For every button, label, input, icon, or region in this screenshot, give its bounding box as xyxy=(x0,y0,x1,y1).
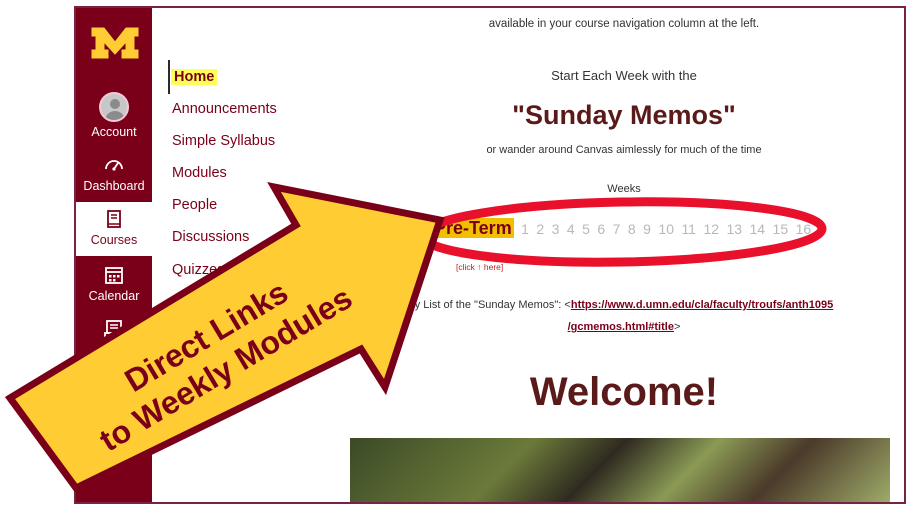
course-nav-announcements[interactable]: Announcements xyxy=(172,101,277,117)
sunday-memos-title: "Sunday Memos" xyxy=(512,100,736,130)
active-indicator xyxy=(168,60,170,94)
course-nav-home[interactable]: Home xyxy=(171,69,218,85)
week-link[interactable]: 4 xyxy=(567,221,575,237)
university-logo[interactable] xyxy=(90,26,140,60)
memos-url-link[interactable]: https://www.d.umn.edu/cla/faculty/troufs… xyxy=(571,299,833,311)
week-link[interactable]: 16 xyxy=(796,221,812,237)
memos-url-link-continued[interactable]: /gcmemos.html#title xyxy=(568,321,674,333)
inbox-icon xyxy=(104,320,124,339)
course-nav-people[interactable]: People xyxy=(172,197,217,213)
start-week-text: Start Each Week with the xyxy=(551,68,697,83)
global-nav-label: lp xyxy=(109,452,119,466)
course-nav-modules[interactable]: Modules xyxy=(172,165,227,181)
welcome-photo xyxy=(350,438,890,502)
full-list-text: y List of the "Sunday Memos": <https://w… xyxy=(344,294,904,338)
course-nav-simple-syllabus[interactable]: Simple Syllabus xyxy=(172,133,275,149)
week-link[interactable]: 5 xyxy=(582,221,590,237)
global-nav-label: Calendar xyxy=(88,289,140,303)
week-link[interactable]: 10 xyxy=(658,221,674,237)
course-nav-grades[interactable]: Gra xyxy=(172,294,196,310)
global-nav-courses[interactable]: Courses xyxy=(76,202,152,256)
book-icon xyxy=(107,210,121,228)
week-link[interactable]: 13 xyxy=(726,221,742,237)
preterm-link[interactable]: Pre-Term xyxy=(432,218,514,238)
week-link[interactable]: 6 xyxy=(597,221,605,237)
week-link[interactable]: 14 xyxy=(750,221,766,237)
weekly-module-links: Pre-Term 1 2 3 4 5 6 7 8 9 10 11 12 13 1… xyxy=(432,218,852,244)
week-link[interactable]: 9 xyxy=(643,221,651,237)
global-nav-help[interactable]: lp xyxy=(76,452,152,482)
click-here-note: [click ↑ here] xyxy=(456,262,504,272)
week-link[interactable]: 11 xyxy=(681,221,696,237)
weeks-label: Weeks xyxy=(607,183,641,195)
week-link[interactable]: 3 xyxy=(552,221,560,237)
intro-text: available in your course navigation colu… xyxy=(488,18,760,30)
global-nav-inbox[interactable] xyxy=(76,318,152,358)
global-nav-label: Dashboard xyxy=(83,179,145,193)
full-list-suffix: > xyxy=(673,321,681,333)
global-navigation: Account Dashboard Courses Calendar lp xyxy=(76,8,152,502)
home-page-content: available in your course navigation colu… xyxy=(344,8,904,502)
week-link[interactable]: 7 xyxy=(613,221,621,237)
week-link[interactable]: 1 xyxy=(521,221,529,237)
full-list-prefix: y List of the "Sunday Memos": < xyxy=(414,299,571,311)
week-link[interactable]: 15 xyxy=(773,221,789,237)
week-link[interactable]: 2 xyxy=(536,221,544,237)
global-nav-label: Courses xyxy=(90,233,138,247)
course-nav-quizzes[interactable]: Quizzes xyxy=(172,262,224,278)
calendar-icon xyxy=(105,267,123,284)
global-nav-calendar[interactable]: Calendar xyxy=(76,264,152,312)
global-nav-account[interactable]: Account xyxy=(76,92,152,144)
dashboard-icon xyxy=(105,160,123,171)
wander-text: or wander around Canvas aimlessly for mu… xyxy=(486,144,762,156)
welcome-heading: Welcome! xyxy=(529,370,719,414)
global-nav-label: Account xyxy=(91,125,137,139)
course-nav-discussions[interactable]: Discussions xyxy=(172,229,249,245)
global-nav-dashboard[interactable]: Dashboard xyxy=(76,154,152,202)
week-link[interactable]: 8 xyxy=(628,221,636,237)
week-link[interactable]: 12 xyxy=(703,221,719,237)
avatar xyxy=(99,92,129,122)
canvas-window: Account Dashboard Courses Calendar lp Ho… xyxy=(74,6,906,504)
